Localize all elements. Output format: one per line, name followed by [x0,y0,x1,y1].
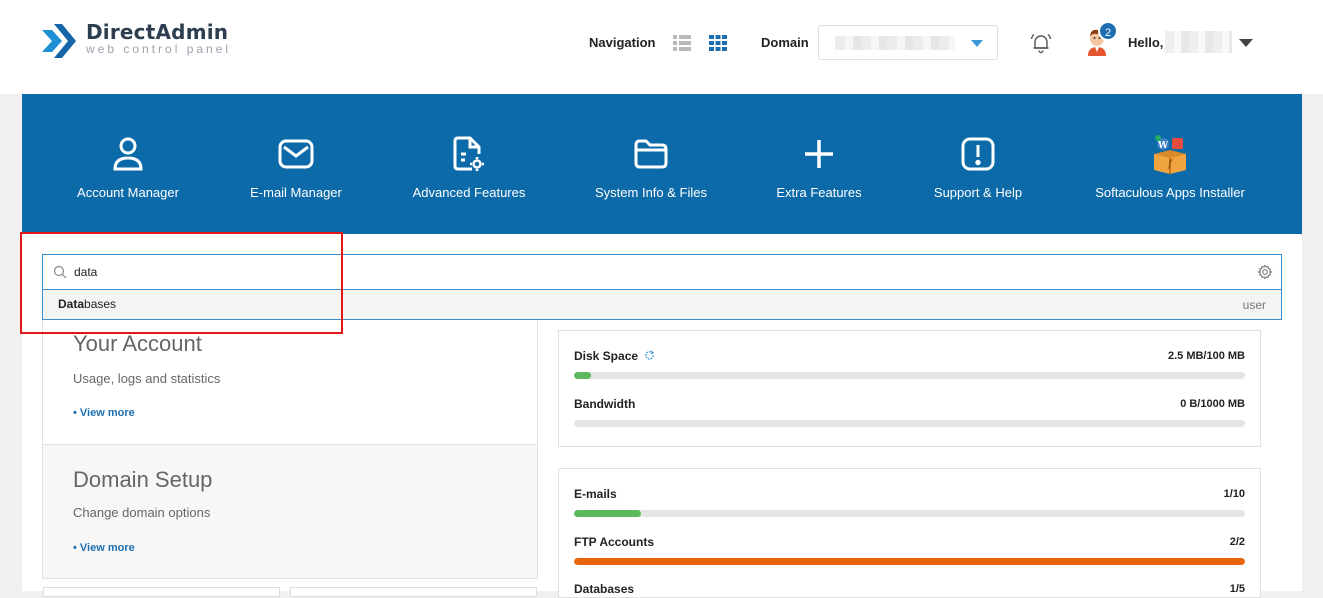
menu-softaculous[interactable]: W f Softaculous Apps Installer [1085,94,1255,234]
folder-icon [633,134,669,174]
suggestion-role: user [1242,298,1266,312]
view-more-link[interactable]: • View more [73,542,135,554]
directadmin-logo[interactable]: DirectAdmin web control panel [40,20,231,62]
bell-icon[interactable] [1029,31,1053,60]
panel-subtitle: Change domain options [73,505,211,520]
domain-setup-panel: Domain Setup Change domain options • Vie… [42,444,538,579]
stat-value: 1/10 [1223,488,1245,500]
bottom-card [290,587,537,597]
logo-title: DirectAdmin [86,20,229,44]
domain-select[interactable] [818,25,998,60]
stat-value: 1/5 [1229,583,1245,595]
bar-fill [574,510,642,517]
svg-text:W: W [1157,141,1169,151]
domain-value-redacted [835,36,955,50]
menu-label: Advanced Features [412,185,526,200]
emails-bar [574,510,1245,517]
bar-fill [574,558,1245,565]
search-icon [53,265,67,284]
panel-title: Domain Setup [73,467,213,492]
bandwidth-bar [574,420,1245,427]
menu-label: Account Manager [77,185,179,200]
gear-icon[interactable] [1257,264,1273,285]
navigation-label: Navigation [589,35,656,50]
logo-chevrons-icon [42,24,76,58]
chevron-down-icon [971,40,983,47]
stat-value: 0 B/1000 MB [1180,398,1245,410]
stat-label: E-mails [574,487,617,501]
menu-account-manager[interactable]: Account Manager [68,94,188,234]
account-limits-card: E-mails 1/10 FTP Accounts 2/2 Databases … [558,468,1261,598]
search-suggestion-databases[interactable]: Databases user [42,290,1282,320]
search-input[interactable]: data [42,254,1282,290]
suggestion-rest: bases [84,297,117,311]
resource-usage-card: Disk Space 2.5 MB/100 MB Bandwidth 0 B/1… [558,330,1261,447]
user-menu-chevron-icon[interactable] [1239,39,1253,47]
exclamation-icon [960,134,996,174]
envelope-icon [278,134,314,174]
plus-icon [803,134,835,174]
notification-badge: 2 [1098,21,1118,41]
menu-advanced-features[interactable]: Advanced Features [399,94,539,234]
stat-label: FTP Accounts [574,535,655,549]
domain-label: Domain [761,35,809,50]
suggestion-match: Data [58,297,85,311]
grid-view-icon[interactable] [708,33,728,53]
menu-support-help[interactable]: Support & Help [918,94,1038,234]
stat-label: Databases [574,582,635,596]
menu-label: Softaculous Apps Installer [1095,185,1245,200]
bottom-card [43,587,280,597]
menu-label: System Info & Files [595,185,707,200]
main-menu-band: Account Manager E-mail Manager Advanced … [22,94,1302,234]
document-gear-icon [452,134,486,174]
your-account-panel: Your Account Usage, logs and statistics … [42,310,538,445]
menu-label: Support & Help [933,185,1023,200]
stat-value: 2/2 [1229,536,1245,548]
bar-fill [574,372,591,379]
username-redacted [1165,31,1232,53]
stat-label: Bandwidth [574,397,636,411]
list-view-icon[interactable] [672,33,692,53]
softaculous-icon: W f [1150,134,1190,174]
menu-system-info-files[interactable]: System Info & Files [586,94,716,234]
panel-subtitle: Usage, logs and statistics [73,371,221,386]
refresh-icon[interactable] [644,350,655,361]
menu-extra-features[interactable]: Extra Features [759,94,879,234]
ftp-accounts-bar [574,558,1245,565]
suggestion-label: Databases [58,297,116,311]
logo-subtitle: web control panel [86,42,232,56]
stat-value: 2.5 MB/100 MB [1167,350,1245,362]
menu-label: Extra Features [776,185,862,200]
view-more-link[interactable]: • View more [73,407,135,419]
top-header: DirectAdmin web control panel Navigation… [0,0,1323,94]
menu-label: E-mail Manager [250,185,342,200]
panel-title: Your Account [73,331,202,356]
stat-label-disk-space: Disk Space [574,349,655,363]
search-value: data [74,265,98,279]
disk-space-bar [574,372,1245,379]
hello-label: Hello, [1128,35,1164,50]
menu-email-manager[interactable]: E-mail Manager [236,94,356,234]
user-icon [112,134,144,174]
